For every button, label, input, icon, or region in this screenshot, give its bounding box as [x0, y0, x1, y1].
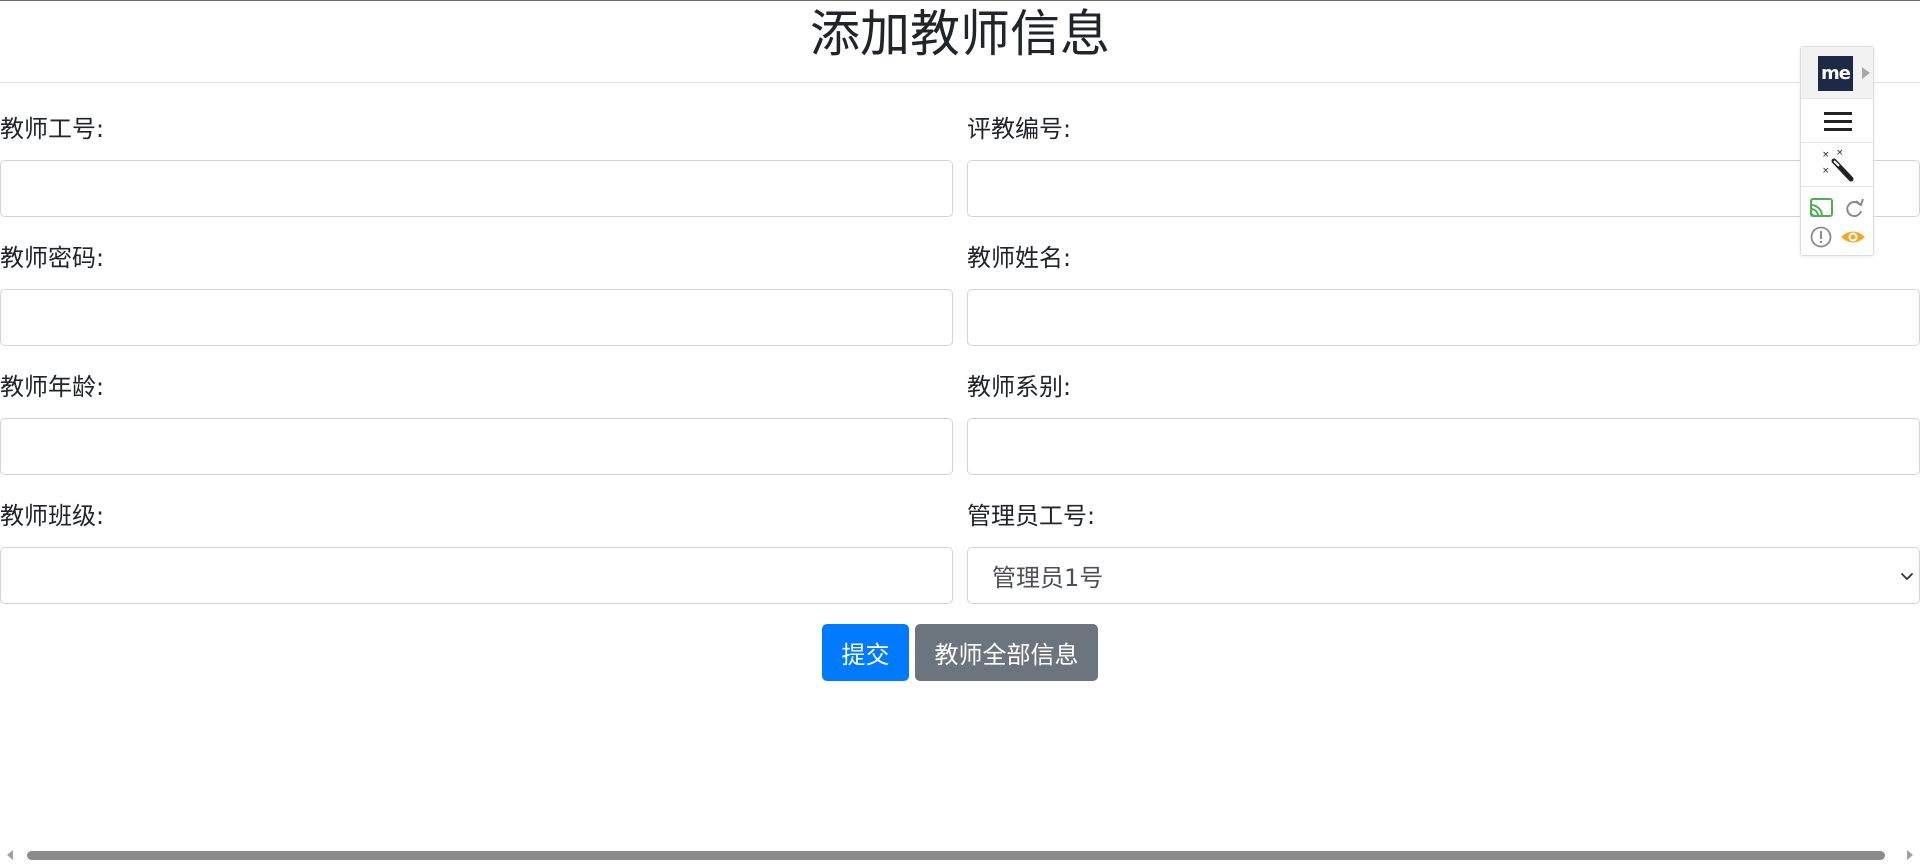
scroll-right-arrow-icon[interactable] [1907, 850, 1913, 860]
eye-icon[interactable] [1839, 225, 1867, 249]
refresh-icon[interactable] [1842, 197, 1866, 219]
teacher-department-label: 教师系别: [967, 373, 1072, 401]
teacher-age-label: 教师年龄: [0, 373, 105, 401]
svg-text:×: × [1836, 148, 1844, 158]
admin-id-selected-value: 管理员1号 [992, 564, 1104, 592]
field-teacher-age: 教师年龄: [0, 372, 953, 475]
teacher-password-label: 教师密码: [0, 244, 105, 272]
page-title: 添加教师信息 [810, 5, 1110, 63]
toolbar-wand-row: × × × [1801, 143, 1873, 187]
svg-text:×: × [1822, 166, 1830, 176]
teacher-department-input[interactable] [967, 418, 1920, 475]
teacher-name-input[interactable] [967, 289, 1920, 346]
field-admin-id: 管理员工号: 管理员1号 [967, 501, 1920, 604]
toolbar-logo-row: me [1801, 47, 1873, 99]
teacher-id-label: 教师工号: [0, 115, 105, 143]
field-teacher-password: 教师密码: [0, 243, 953, 346]
extension-toolbar: me × × × [1800, 46, 1874, 256]
teacher-age-input[interactable] [0, 418, 953, 475]
toolbar-status-icons [1801, 187, 1873, 255]
field-teacher-department: 教师系别: [967, 372, 1920, 475]
admin-id-label: 管理员工号: [967, 502, 1096, 530]
teacher-id-input[interactable] [0, 160, 953, 217]
alert-icon[interactable] [1809, 225, 1833, 249]
teacher-class-label: 教师班级: [0, 502, 105, 530]
submit-button[interactable]: 提交 [822, 624, 909, 681]
scrollbar-thumb[interactable] [27, 851, 1885, 860]
page-header: 添加教师信息 [0, 1, 1920, 83]
field-teacher-id: 教师工号: [0, 114, 953, 217]
expand-arrow-icon[interactable] [1862, 67, 1870, 79]
field-teacher-name: 教师姓名: [967, 243, 1920, 346]
teacher-password-input[interactable] [0, 289, 953, 346]
horizontal-scrollbar[interactable] [0, 844, 1920, 866]
me-logo[interactable]: me [1818, 56, 1853, 91]
field-teacher-class: 教师班级: [0, 501, 953, 604]
svg-text:×: × [1822, 150, 1830, 160]
admin-id-select[interactable]: 管理员1号 [967, 547, 1920, 604]
all-teacher-info-button[interactable]: 教师全部信息 [915, 624, 1098, 681]
menu-icon[interactable] [1801, 99, 1875, 143]
teacher-name-label: 教师姓名: [967, 244, 1072, 272]
teacher-class-input[interactable] [0, 547, 953, 604]
chevron-down-icon [1901, 572, 1913, 580]
evaluation-id-input[interactable] [967, 160, 1920, 217]
form-actions: 提交 教师全部信息 [822, 624, 1098, 681]
cast-icon[interactable] [1809, 197, 1835, 219]
field-evaluation-id: 评教编号: [967, 114, 1920, 217]
evaluation-id-label: 评教编号: [967, 115, 1072, 143]
magic-wand-icon[interactable]: × × × [1801, 143, 1875, 187]
toolbar-menu-row [1801, 99, 1873, 143]
page: 添加教师信息 教师工号: 评教编号: 教师密码: 教师姓名: 教师年龄: 教师系… [0, 0, 1920, 866]
scroll-left-arrow-icon[interactable] [7, 850, 13, 860]
